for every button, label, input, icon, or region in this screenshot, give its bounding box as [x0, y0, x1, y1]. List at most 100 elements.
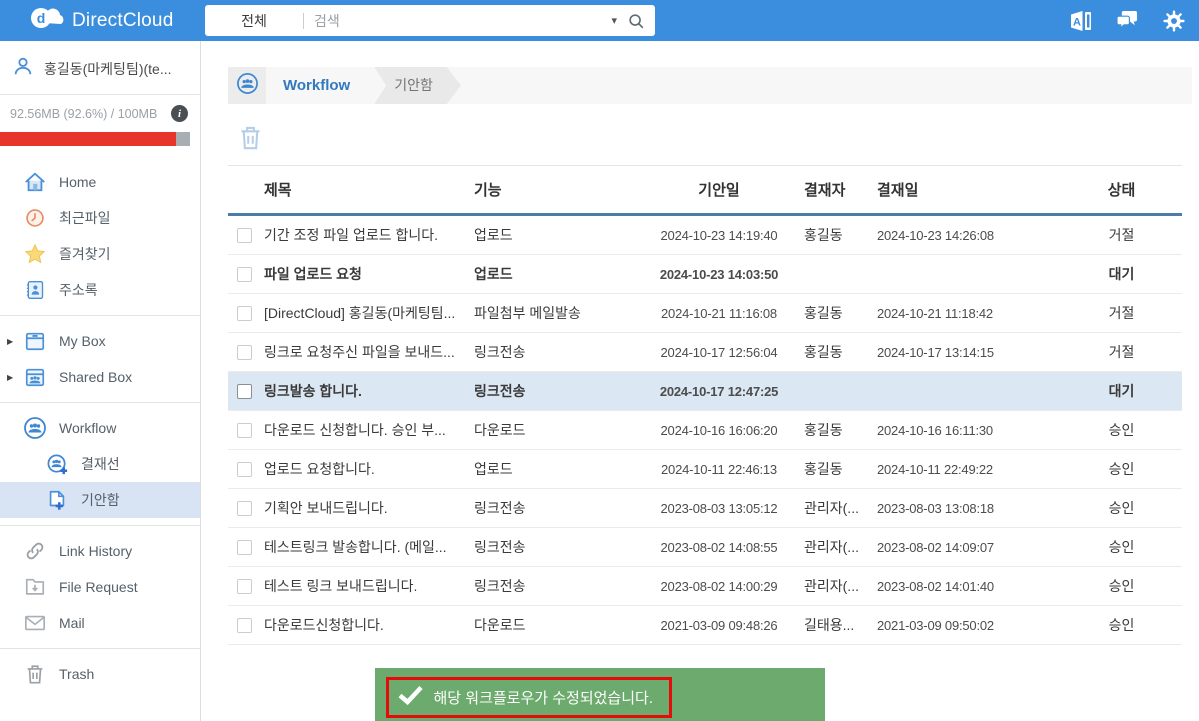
cell-approval-date [877, 372, 1061, 411]
row-checkbox[interactable] [237, 579, 252, 594]
logo-text: DirectCloud [72, 10, 173, 32]
cell-function: 다운로드 [474, 411, 634, 450]
row-checkbox[interactable] [237, 345, 252, 360]
cell-function: 다운로드 [474, 606, 634, 645]
table-row[interactable]: 링크발송 합니다. 링크전송 2024-10-17 12:47:25 대기 [228, 372, 1182, 411]
sidebar-item-workflow[interactable]: Workflow [0, 410, 200, 446]
row-checkbox[interactable] [237, 501, 252, 516]
col-approver[interactable]: 결재자 [804, 166, 877, 215]
col-function[interactable]: 기능 [474, 166, 634, 215]
draft-box-icon [44, 489, 70, 511]
table-row[interactable]: 기간 조정 파일 업로드 합니다. 업로드 2024-10-23 14:19:4… [228, 215, 1182, 255]
row-checkbox[interactable] [237, 267, 252, 282]
table-row[interactable]: 다운로드 신청합니다. 승인 부... 다운로드 2024-10-16 16:0… [228, 411, 1182, 450]
cell-draft-date: 2024-10-23 14:19:40 [634, 215, 804, 255]
sidebar-divider [0, 525, 200, 526]
office-apps-icon[interactable]: A [1070, 11, 1092, 31]
cell-approval-date: 2023-08-03 13:08:18 [877, 489, 1061, 528]
cell-title: 다운로드 신청합니다. 승인 부... [264, 411, 474, 450]
sidebar-item-mail[interactable]: Mail [0, 605, 200, 641]
expand-caret-icon[interactable]: ▶ [7, 373, 13, 382]
table-toolbar [237, 124, 1192, 154]
table-row[interactable]: [DirectCloud] 홍길동(마케팅팀... 파일첨부 메일발송 2024… [228, 294, 1182, 333]
expand-caret-icon[interactable]: ▶ [7, 337, 13, 346]
directcloud-logo[interactable]: d DirectCloud [30, 5, 195, 36]
sidebar-item-shared-box[interactable]: ▶ Shared Box [0, 359, 200, 395]
cell-approval-date: 2023-08-02 14:09:07 [877, 528, 1061, 567]
sidebar-item-trash[interactable]: Trash [0, 656, 200, 692]
sidebar-item-draft-box[interactable]: 기안함 [0, 482, 200, 518]
table-row[interactable]: 파일 업로드 요청 업로드 2024-10-23 14:03:50 대기 [228, 255, 1182, 294]
col-draft-date[interactable]: 기안일 [634, 166, 804, 215]
sidebar-item-link-history[interactable]: Link History [0, 533, 200, 569]
cell-title: 링크발송 합니다. [264, 372, 474, 411]
cell-approver: 길태용... [804, 606, 877, 645]
sidebar-item-approval-line[interactable]: 결재선 [0, 446, 200, 482]
cell-approval-date: 2023-08-02 14:01:40 [877, 567, 1061, 606]
info-icon[interactable]: i [171, 105, 188, 122]
row-checkbox[interactable] [237, 384, 252, 399]
search-input[interactable] [304, 13, 605, 29]
row-checkbox[interactable] [237, 423, 252, 438]
toast-notification: 해당 워크플로우가 수정되었습니다. [375, 668, 825, 721]
status-badge: 승인 [1061, 528, 1182, 567]
cell-draft-date: 2024-10-17 12:56:04 [634, 333, 804, 372]
cell-title: 파일 업로드 요청 [264, 255, 474, 294]
table-row[interactable]: 업로드 요청합니다. 업로드 2024-10-11 22:46:13 홍길동 2… [228, 450, 1182, 489]
breadcrumb-draft-box[interactable]: 기안함 [374, 67, 461, 104]
chat-icon[interactable] [1116, 10, 1139, 31]
breadcrumb-workflow[interactable]: Workflow [283, 77, 350, 94]
sidebar-item-file-request[interactable]: File Request [0, 569, 200, 605]
svg-text:d: d [37, 10, 46, 26]
row-checkbox[interactable] [237, 462, 252, 477]
cell-approval-date: 2024-10-23 14:26:08 [877, 215, 1061, 255]
cloud-logo-icon: d [30, 5, 64, 36]
sidebar-item-favorites[interactable]: 즐겨찾기 [0, 236, 200, 272]
cell-approver: 홍길동 [804, 450, 877, 489]
status-badge: 거절 [1061, 294, 1182, 333]
status-badge: 승인 [1061, 606, 1182, 645]
cell-function: 업로드 [474, 215, 634, 255]
delete-button[interactable] [237, 124, 264, 151]
cell-approver: 관리자(... [804, 489, 877, 528]
cell-draft-date: 2023-08-02 14:08:55 [634, 528, 804, 567]
storage-progress-bar [0, 132, 190, 146]
search-scope-select[interactable]: 전체 [205, 11, 303, 31]
cell-approver: 홍길동 [804, 411, 877, 450]
cell-title: 테스트링크 발송합니다. (메일... [264, 528, 474, 567]
user-name: 홍길동(마케팅팀)(te... [44, 59, 172, 79]
user-profile[interactable]: 홍길동(마케팅팀)(te... [0, 41, 200, 95]
table-row[interactable]: 링크로 요청주신 파일을 보내드... 링크전송 2024-10-17 12:5… [228, 333, 1182, 372]
main-content: Workflow 기안함 제목 기능 기안일 결재자 결재일 상태 [201, 41, 1199, 721]
gear-icon[interactable] [1163, 10, 1185, 32]
cell-approval-date: 2024-10-16 16:11:30 [877, 411, 1061, 450]
cell-approval-date [877, 255, 1061, 294]
file-request-icon [22, 576, 48, 598]
sidebar-item-recent-files[interactable]: 최근파일 [0, 200, 200, 236]
row-checkbox[interactable] [237, 540, 252, 555]
cell-draft-date: 2023-08-02 14:00:29 [634, 567, 804, 606]
col-approval-date[interactable]: 결재일 [877, 166, 1061, 215]
workflow-icon [236, 72, 259, 100]
table-row[interactable]: 테스트링크 발송합니다. (메일... 링크전송 2023-08-02 14:0… [228, 528, 1182, 567]
row-checkbox[interactable] [237, 228, 252, 243]
table-row[interactable]: 다운로드신청합니다. 다운로드 2021-03-09 09:48:26 길태용.… [228, 606, 1182, 645]
table-row[interactable]: 테스트 링크 보내드립니다. 링크전송 2023-08-02 14:00:29 … [228, 567, 1182, 606]
table-row[interactable]: 기획안 보내드립니다. 링크전송 2023-08-03 13:05:12 관리자… [228, 489, 1182, 528]
row-checkbox[interactable] [237, 306, 252, 321]
cell-approver: 홍길동 [804, 215, 877, 255]
sidebar-item-contacts[interactable]: 주소록 [0, 272, 200, 308]
search-icon[interactable] [623, 12, 655, 30]
row-checkbox[interactable] [237, 618, 252, 633]
cell-title: 링크로 요청주신 파일을 보내드... [264, 333, 474, 372]
col-title[interactable]: 제목 [264, 166, 474, 215]
storage-progress-fill [0, 132, 176, 146]
sidebar-item-my-box[interactable]: ▶ My Box [0, 323, 200, 359]
cell-function: 업로드 [474, 255, 634, 294]
cell-draft-date: 2023-08-03 13:05:12 [634, 489, 804, 528]
col-status[interactable]: 상태 [1061, 166, 1182, 215]
chevron-down-icon[interactable]: ▾ [605, 14, 623, 27]
breadcrumb-icon-cell [228, 67, 266, 104]
sidebar-divider [0, 315, 200, 316]
sidebar-item-home[interactable]: Home [0, 164, 200, 200]
